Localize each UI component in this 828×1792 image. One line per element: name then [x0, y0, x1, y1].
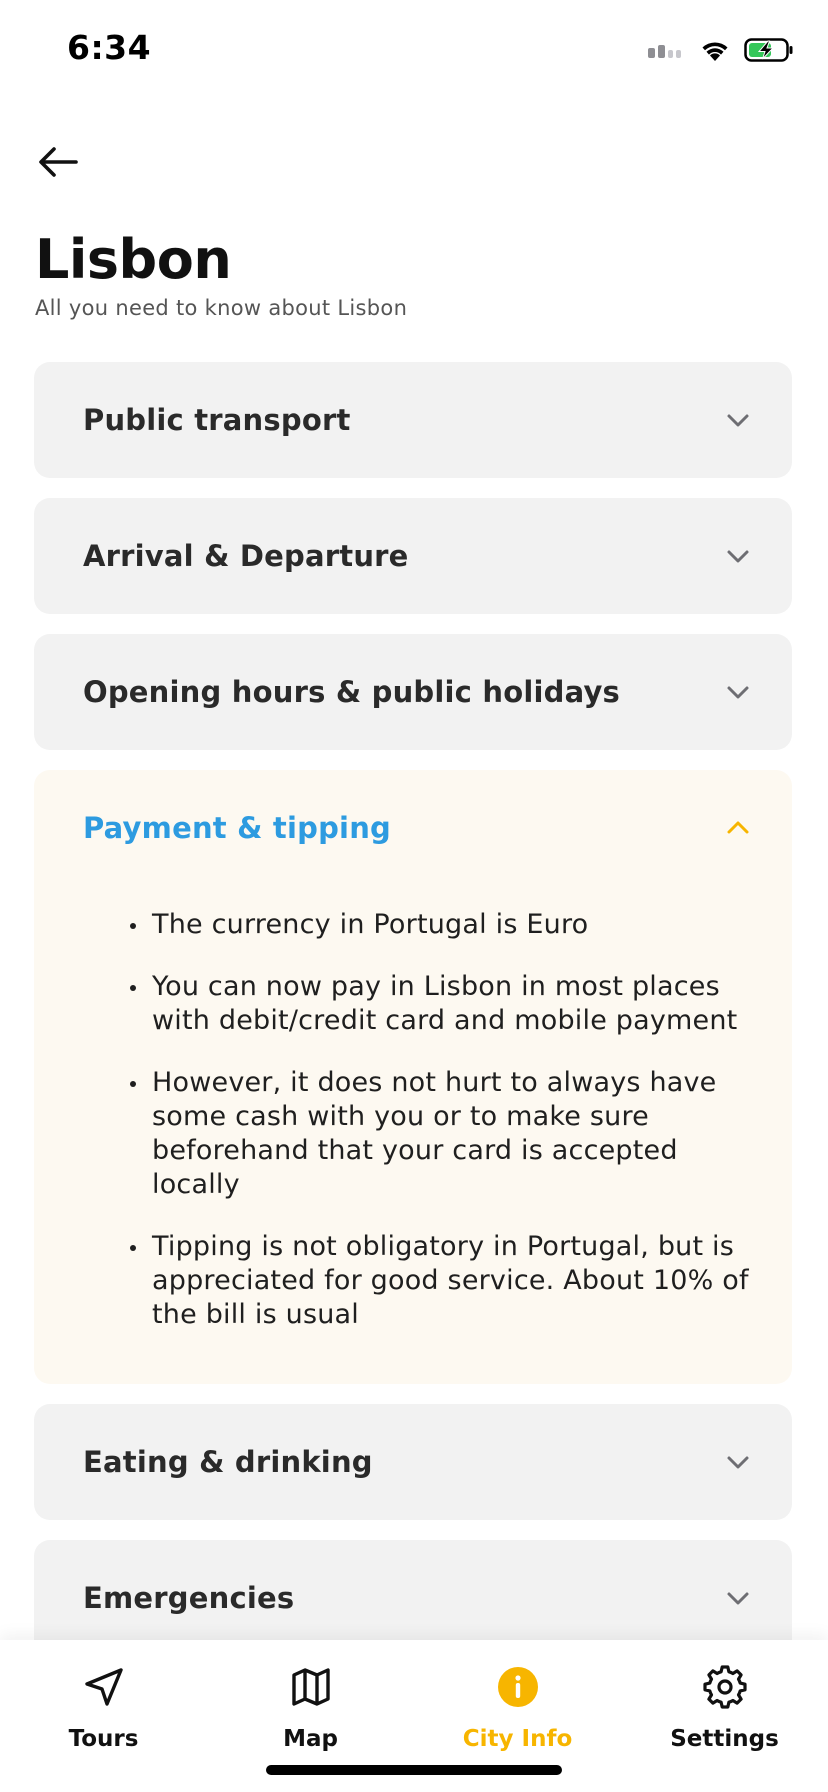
map-icon — [288, 1664, 334, 1710]
tab-label: City Info — [462, 1726, 573, 1752]
accordion-header-eating-drinking[interactable]: Eating & drinking — [34, 1404, 792, 1520]
accordion-title: Eating & drinking — [83, 1445, 373, 1479]
accordion-title: Emergencies — [83, 1581, 295, 1615]
tab-label: Settings — [670, 1726, 779, 1752]
bullet-item: You can now pay in Lisbon in most places… — [130, 970, 752, 1038]
chevron-down-icon — [727, 414, 749, 427]
page-subtitle: All you need to know about Lisbon — [35, 296, 408, 320]
home-indicator — [266, 1765, 562, 1775]
battery-charging-icon — [744, 38, 793, 62]
chevron-down-icon — [727, 686, 749, 699]
tab-label: Tours — [68, 1726, 139, 1752]
accordion-title: Arrival & Departure — [83, 539, 409, 573]
accordion-header-emergencies[interactable]: Emergencies — [34, 1540, 792, 1656]
accordion-header-payment-tipping[interactable]: Payment & tipping — [34, 770, 792, 886]
bullet-item: However, it does not hurt to always have… — [130, 1066, 752, 1202]
accordion-item-arrival-departure: Arrival & Departure — [34, 498, 792, 614]
accordion-title: Payment & tipping — [83, 811, 391, 845]
chevron-up-icon — [727, 821, 749, 834]
arrow-left-icon — [39, 147, 78, 177]
accordion-item-public-transport: Public transport — [34, 362, 792, 478]
status-bar: 6:34 — [0, 0, 828, 100]
chevron-down-icon — [727, 550, 749, 563]
chevron-down-icon — [727, 1456, 749, 1469]
tab-label: Map — [283, 1726, 338, 1752]
status-icons — [648, 36, 794, 64]
cellular-signal-icon — [648, 45, 681, 58]
accordion-body-payment-tipping: The currency in Portugal is Euro You can… — [34, 886, 792, 1384]
accordion-title: Opening hours & public holidays — [83, 675, 621, 709]
accordion-item-eating-drinking: Eating & drinking — [34, 1404, 792, 1520]
accordion-header-arrival-departure[interactable]: Arrival & Departure — [34, 498, 792, 614]
bullet-list: The currency in Portugal is Euro You can… — [130, 908, 752, 1332]
tab-tours[interactable]: Tours — [0, 1640, 207, 1792]
accordion-item-emergencies: Emergencies — [34, 1540, 792, 1656]
info-circle-icon — [495, 1664, 541, 1710]
screen: 6:34 Lisbon All you need to know about L… — [0, 0, 828, 1792]
page-title: Lisbon — [35, 228, 232, 291]
accordion-header-opening-hours[interactable]: Opening hours & public holidays — [34, 634, 792, 750]
bullet-item: Tipping is not obligatory in Portugal, b… — [130, 1230, 752, 1332]
info-accordion: Public transport Arrival & Departure Ope… — [34, 362, 792, 1676]
gear-icon — [702, 1664, 748, 1710]
accordion-item-opening-hours: Opening hours & public holidays — [34, 634, 792, 750]
status-time: 6:34 — [67, 28, 152, 67]
accordion-item-payment-tipping: Payment & tipping The currency in Portug… — [34, 770, 792, 1384]
navigation-arrow-icon — [81, 1664, 127, 1710]
bullet-item: The currency in Portugal is Euro — [130, 908, 752, 942]
chevron-down-icon — [727, 1592, 749, 1605]
back-button[interactable] — [34, 138, 82, 186]
accordion-header-public-transport[interactable]: Public transport — [34, 362, 792, 478]
tab-settings[interactable]: Settings — [621, 1640, 828, 1792]
wifi-icon — [702, 42, 728, 61]
accordion-title: Public transport — [83, 403, 351, 437]
